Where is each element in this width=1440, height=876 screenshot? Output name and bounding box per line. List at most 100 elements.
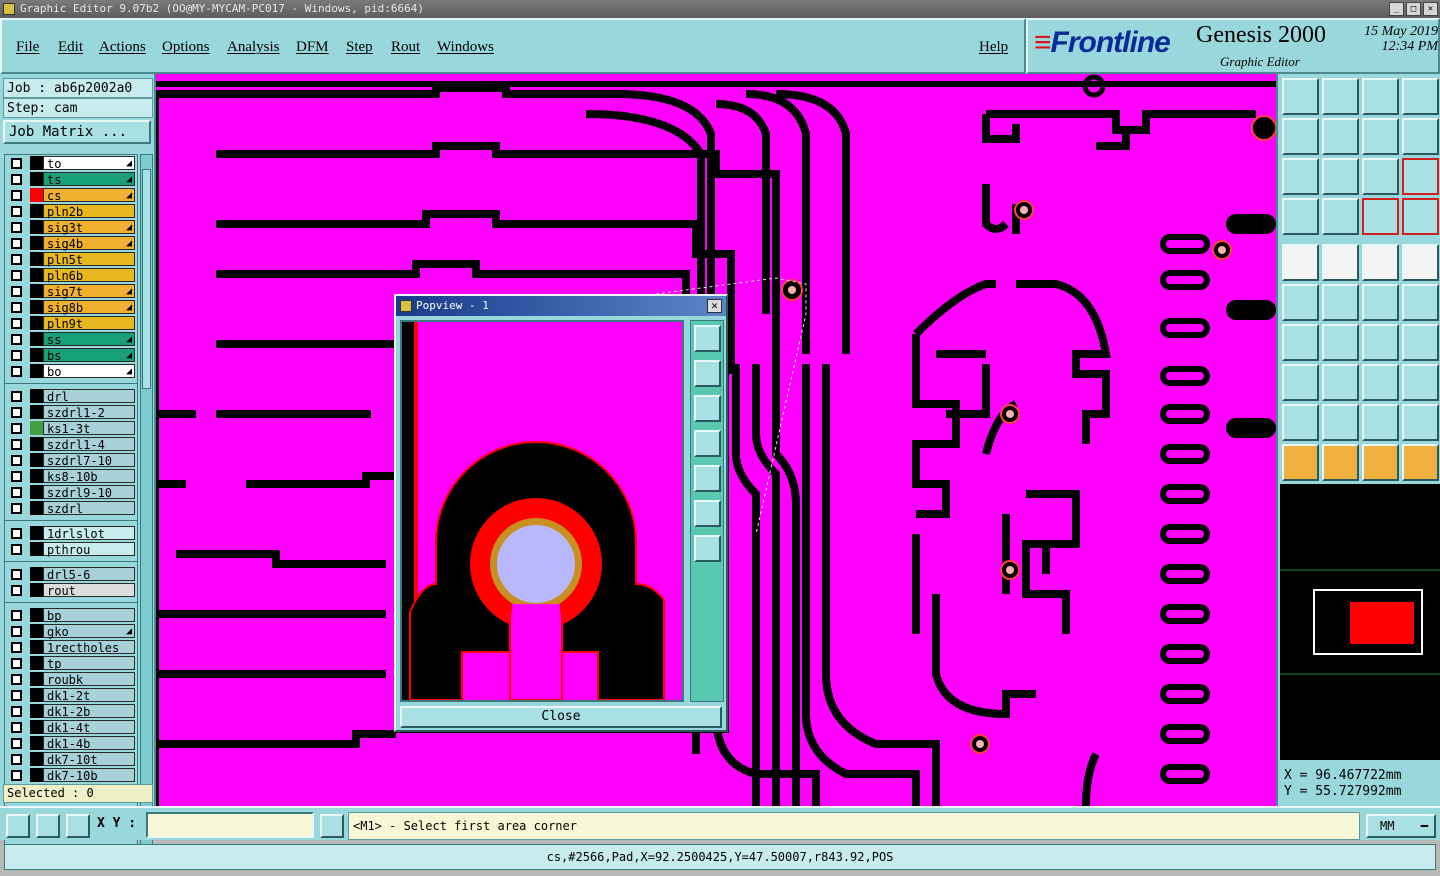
menu-options[interactable]: Options (162, 39, 210, 56)
layer-checkbox[interactable] (11, 753, 22, 765)
node-select-icon[interactable] (1402, 444, 1439, 481)
layer-row-ts[interactable]: ts ◢ (5, 171, 137, 187)
layer-row-sig4b[interactable]: sig4b ◢ (5, 235, 137, 251)
overview-panel[interactable] (1280, 484, 1440, 760)
grid-mode-icon[interactable] (66, 814, 90, 838)
layer-row-bs[interactable]: bs ◢ (5, 347, 137, 363)
xy-input[interactable] (146, 812, 314, 838)
help-icon[interactable] (1402, 158, 1439, 195)
layer-row-1drlslot[interactable]: 1drlslot (5, 525, 137, 541)
layer-row-ks8-10b[interactable]: ks8-10b (5, 468, 137, 484)
cross-icon[interactable] (1322, 284, 1359, 321)
maximize-button[interactable]: □ (1406, 2, 1421, 16)
layer-checkbox[interactable] (11, 527, 22, 539)
layer-checkbox[interactable] (11, 721, 22, 733)
layer-row-dk1-4t[interactable]: dk1-4t (5, 719, 137, 735)
menu-analysis[interactable]: Analysis (227, 39, 280, 56)
layer-name[interactable]: roubk (43, 672, 135, 687)
pan-left-icon[interactable] (1282, 118, 1319, 155)
layer-name[interactable]: sig7t ◢ (43, 284, 135, 299)
snap-mode-icon[interactable] (6, 814, 30, 838)
layer-row-cs[interactable]: cs ◢ (5, 187, 137, 203)
line-draw-icon[interactable] (1322, 324, 1359, 361)
ratio-icon[interactable] (1362, 158, 1399, 195)
layer-name[interactable]: to ◢ (43, 156, 135, 171)
layer-row-dk7-10b[interactable]: dk7-10b (5, 767, 137, 783)
layer-name[interactable]: pln5t (43, 252, 135, 267)
minimize-button[interactable]: _ (1389, 2, 1404, 16)
layer-row-pthrou[interactable]: pthrou (5, 541, 137, 557)
measure-mode-icon[interactable] (36, 814, 60, 838)
layer-name[interactable]: dk7-10b (43, 768, 135, 783)
home-zoom-icon[interactable] (1282, 78, 1319, 115)
layer-checkbox[interactable] (11, 502, 22, 514)
layer-checkbox[interactable] (11, 173, 22, 185)
line-mode-icon[interactable] (1322, 244, 1359, 281)
window-icon[interactable] (1402, 78, 1439, 115)
layer-row-pln2b[interactable]: pln2b (5, 203, 137, 219)
popview-close-button[interactable]: Close (400, 706, 722, 728)
popview-zoom-in-icon[interactable] (694, 325, 721, 352)
select-box-icon[interactable] (1282, 364, 1319, 401)
layer-row-ks1-3t[interactable]: ks1-3t (5, 420, 137, 436)
layer-row-roubk[interactable]: roubk (5, 671, 137, 687)
redraw-icon[interactable] (1402, 118, 1439, 155)
layer-checkbox[interactable] (11, 737, 22, 749)
layer-name[interactable]: ss ◢ (43, 332, 135, 347)
layer-checkbox[interactable] (11, 568, 22, 580)
undo-zoom-icon[interactable] (1362, 118, 1399, 155)
layer-checkbox[interactable] (11, 349, 22, 361)
layer-row-bp[interactable]: bp (5, 607, 137, 623)
layer-row-to[interactable]: to ◢ (5, 155, 137, 171)
snap-icon[interactable] (1322, 198, 1359, 235)
layer-checkbox[interactable] (11, 189, 22, 201)
layer-checkbox[interactable] (11, 641, 22, 653)
layer-checkbox[interactable] (11, 689, 22, 701)
layer-row-szdrl7-10[interactable]: szdrl7-10 (5, 452, 137, 468)
layer-name[interactable]: szdrl1-4 (43, 437, 135, 452)
home-icon[interactable] (1362, 78, 1399, 115)
layer-row-szdrl1-2[interactable]: szdrl1-2 (5, 404, 137, 420)
layer-name[interactable]: pthrou (43, 542, 135, 557)
tools-icon[interactable] (1282, 198, 1319, 235)
layer-checkbox[interactable] (11, 365, 22, 377)
layer-name[interactable]: sig4b ◢ (43, 236, 135, 251)
menu-actions[interactable]: Actions (99, 39, 146, 56)
menu-step[interactable]: Step (346, 39, 373, 56)
layer-name[interactable]: bo ◢ (43, 364, 135, 379)
layer-name[interactable]: szdrl7-10 (43, 453, 135, 468)
layer-checkbox[interactable] (11, 422, 22, 434)
layer-row-sig3t[interactable]: sig3t ◢ (5, 219, 137, 235)
split-icon[interactable] (1322, 364, 1359, 401)
move-feature-icon[interactable] (1362, 284, 1399, 321)
menu-edit[interactable]: Edit (58, 39, 83, 56)
menu-file[interactable]: File (16, 39, 39, 56)
layer-row-szdrl1-4[interactable]: szdrl1-4 (5, 436, 137, 452)
layer-row-rout[interactable]: rout (5, 582, 137, 598)
layer-name[interactable]: pln2b (43, 204, 135, 219)
angle-icon[interactable] (1282, 324, 1319, 361)
scrollbar-thumb[interactable] (142, 169, 151, 389)
layer-checkbox[interactable] (11, 253, 22, 265)
popview-pan-down-icon[interactable] (694, 395, 721, 422)
layer-name[interactable]: rout (43, 583, 135, 598)
layer-checkbox[interactable] (11, 438, 22, 450)
layer-checkbox[interactable] (11, 285, 22, 297)
copy-feature-icon[interactable] (1402, 284, 1439, 321)
layer-checkbox[interactable] (11, 486, 22, 498)
popview-pan-up-icon[interactable] (694, 360, 721, 387)
layer-row-drl5-6[interactable]: drl5-6 (5, 566, 137, 582)
layer-row-tp[interactable]: tp (5, 655, 137, 671)
layer-name[interactable]: szdrl9-10 (43, 485, 135, 500)
layer-name[interactable]: bp (43, 608, 135, 623)
layer-checkbox[interactable] (11, 454, 22, 466)
zoom-center-icon[interactable] (1322, 158, 1359, 195)
layer-name[interactable]: cs ◢ (43, 188, 135, 203)
add-feature-icon[interactable] (1282, 244, 1319, 281)
layer-checkbox[interactable] (11, 237, 22, 249)
layer-name[interactable]: 1rectholes (43, 640, 135, 655)
group-icon[interactable] (1402, 364, 1439, 401)
layer-name[interactable]: tp (43, 656, 135, 671)
triangle-select-icon[interactable] (1322, 404, 1359, 441)
triangle-edit-icon[interactable] (1362, 404, 1399, 441)
